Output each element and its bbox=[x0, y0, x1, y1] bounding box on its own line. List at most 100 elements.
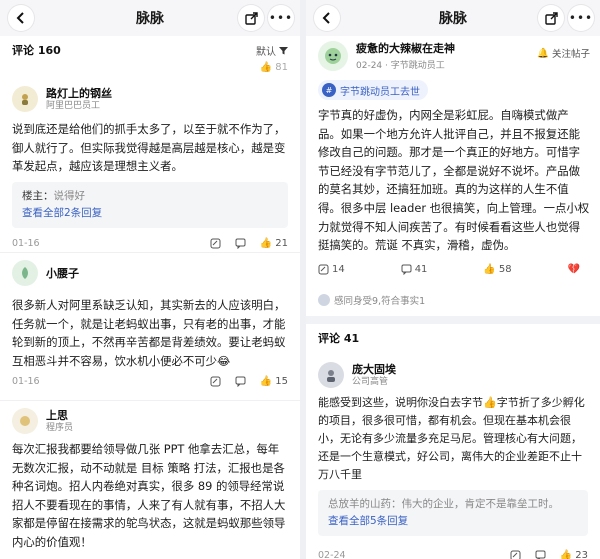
view-all-replies-link[interactable]: 查看全部5条回复 bbox=[328, 513, 578, 530]
thumbs-up-icon: 👍 bbox=[259, 62, 273, 73]
comment-icon bbox=[235, 376, 246, 387]
reactions-text: 感同身受9,符合事实1 bbox=[334, 296, 426, 307]
commenter-name[interactable]: 路灯上的钢丝 bbox=[46, 87, 112, 100]
share-icon bbox=[544, 11, 558, 25]
commenter-role: 公司高管 bbox=[352, 376, 389, 387]
comment-date: 01-16 bbox=[12, 237, 40, 249]
topic-tag[interactable]: # 字节跳动员工去世 bbox=[318, 80, 428, 100]
hashtag-icon: # bbox=[322, 83, 336, 97]
reply-text: 伟大的企业，肯定不是靠垒工时。 bbox=[401, 498, 560, 510]
comment-button[interactable] bbox=[235, 376, 246, 387]
left-screenshot: 脉脉 ••• 评论 160 默认 👍 81 路灯上的钢丝 阿里巴巴员工 说到底还… bbox=[0, 0, 300, 559]
back-button[interactable] bbox=[314, 5, 340, 31]
more-button[interactable]: ••• bbox=[568, 5, 594, 31]
post-body: 字节真的好虚伪，内网全是彩虹屁。自嗨模式做产品。如果一个地方允许人批评自己，并且… bbox=[318, 108, 590, 253]
repost-icon bbox=[210, 376, 221, 387]
repost-icon bbox=[318, 264, 329, 275]
repost-button[interactable] bbox=[510, 550, 521, 559]
nav-bar: 脉脉 ••• bbox=[306, 0, 600, 36]
repost-button[interactable] bbox=[210, 238, 221, 249]
reaction-avatar bbox=[318, 294, 330, 306]
like-button[interactable]: 👍 23 bbox=[560, 550, 588, 559]
comments-header: 评论 160 默认 bbox=[0, 36, 300, 64]
like-count: 23 bbox=[575, 550, 588, 559]
share-icon bbox=[244, 11, 258, 25]
post-header: 疲惫的大辣椒在走神 02-24 · 字节跳动员工 🔔 关注帖子 bbox=[306, 40, 600, 71]
like-count: 15 bbox=[275, 376, 288, 387]
divider bbox=[0, 252, 300, 253]
more-dots-icon: ••• bbox=[268, 11, 294, 25]
comment-button[interactable] bbox=[235, 238, 246, 249]
chevron-left-icon bbox=[322, 12, 330, 24]
sort-label: 默认 bbox=[256, 46, 276, 58]
post-actions: 14 41 👍 58 💔 bbox=[318, 264, 580, 275]
like-button[interactable]: 👍 58 bbox=[483, 264, 511, 275]
reply-author: 总放羊的山药： bbox=[328, 498, 402, 510]
reply-preview: 楼主：说得好 bbox=[22, 188, 278, 205]
section-gap bbox=[306, 316, 600, 324]
follow-label: 关注帖子 bbox=[551, 49, 590, 60]
comment-text: 每次汇报我都要给领导做几张 PPT 他拿去汇总，每年无数次汇报，动不动就是 目标… bbox=[12, 442, 286, 549]
topic-label: 字节跳动员工去世 bbox=[340, 86, 420, 98]
comment-date: 02-24 bbox=[318, 550, 346, 559]
comments-count: 评论 160 bbox=[12, 44, 61, 57]
repost-icon bbox=[210, 238, 221, 248]
thumbs-up-icon: 👍 bbox=[559, 550, 573, 559]
author-name[interactable]: 疲惫的大辣椒在走神 bbox=[356, 40, 455, 56]
reactions-summary: 感同身受9,符合事实1 bbox=[318, 293, 425, 307]
commenter-name[interactable]: 上思 bbox=[46, 409, 73, 422]
reply-preview: 总放羊的山药：伟大的企业，肯定不是靠垒工时。 bbox=[328, 496, 578, 513]
sort-toggle[interactable]: 默认 bbox=[256, 43, 288, 58]
comment-button[interactable] bbox=[535, 550, 546, 559]
commenter-name[interactable]: 小腰子 bbox=[46, 267, 79, 280]
repost-count: 14 bbox=[332, 264, 345, 275]
avatar[interactable] bbox=[12, 408, 38, 434]
repost-button[interactable] bbox=[210, 376, 221, 387]
heartbreak-button[interactable]: 💔 bbox=[568, 264, 580, 275]
comment-date: 01-16 bbox=[12, 376, 40, 387]
follow-post-button[interactable]: 🔔 关注帖子 bbox=[537, 46, 590, 61]
comment-item: 路灯上的钢丝 阿里巴巴员工 说到底还是给他们的抓手太多了，以至于就不作为了，御人… bbox=[0, 86, 300, 249]
reply-author: 楼主： bbox=[22, 189, 54, 202]
comment-icon bbox=[235, 238, 246, 249]
comment-item: 庞大固埃 公司高管 能感受到这些，说明你没白去字节👍字节折了多少孵化的项目，很多… bbox=[306, 362, 600, 559]
share-button[interactable] bbox=[538, 5, 564, 31]
comment-text: 能感受到这些，说明你没白去字节👍字节折了多少孵化的项目，很多很可惜，都有机会。但… bbox=[318, 396, 585, 481]
comments-count: 评论 41 bbox=[318, 332, 360, 345]
right-screenshot: 脉脉 ••• 疲惫的大辣椒在走神 02-24 · 字节跳动员工 🔔 关注帖子 #… bbox=[306, 0, 600, 559]
avatar[interactable] bbox=[318, 362, 344, 388]
nav-bar: 脉脉 ••• bbox=[0, 0, 300, 36]
comments-header: 评论 41 bbox=[306, 324, 600, 352]
avatar[interactable] bbox=[12, 260, 38, 286]
comment-item: 上思 程序员 每次汇报我都要给领导做几张 PPT 他拿去汇总，每年无数次汇报，动… bbox=[0, 408, 300, 551]
like-button[interactable]: 👍 21 bbox=[260, 238, 288, 249]
comment-button[interactable]: 41 bbox=[401, 264, 428, 275]
commenter-role: 程序员 bbox=[46, 422, 74, 433]
view-all-replies-link[interactable]: 查看全部2条回复 bbox=[22, 205, 278, 222]
like-count: 58 bbox=[498, 264, 512, 275]
share-button[interactable] bbox=[238, 5, 264, 31]
back-button[interactable] bbox=[8, 5, 34, 31]
reply-box[interactable]: 楼主：说得好 查看全部2条回复 bbox=[12, 181, 288, 228]
post-meta: 02-24 · 字节跳动员工 bbox=[356, 61, 445, 71]
commenter-name[interactable]: 庞大固埃 bbox=[352, 363, 396, 376]
avatar[interactable] bbox=[12, 86, 38, 112]
reply-box[interactable]: 总放羊的山药：伟大的企业，肯定不是靠垒工时。 查看全部5条回复 bbox=[318, 490, 588, 536]
author-avatar[interactable] bbox=[318, 40, 348, 71]
comment-text: 很多新人对阿里系缺乏认知，其实新去的人应该明白，任务就一个，就是让老蚂蚁出事，只… bbox=[12, 298, 286, 368]
more-dots-icon: ••• bbox=[568, 11, 594, 25]
chevron-left-icon bbox=[16, 12, 24, 24]
like-button[interactable]: 👍 15 bbox=[260, 376, 288, 387]
thumbs-up-icon: 👍 bbox=[483, 264, 496, 275]
comment-text: 说到底还是给他们的抓手太多了，以至于就不作为了，御人就行了。但实际我觉得越是高层… bbox=[12, 122, 286, 173]
comment-count: 41 bbox=[414, 264, 428, 275]
more-button[interactable]: ••• bbox=[268, 5, 294, 31]
thumbs-up-icon: 👍 bbox=[259, 237, 273, 249]
repost-button[interactable]: 14 bbox=[318, 264, 345, 275]
comment-item: 小腰子 很多新人对阿里系缺乏认知，其实新去的人应该明白，任务就一个，就是让老蚂蚁… bbox=[0, 260, 300, 387]
broken-heart-icon: 💔 bbox=[567, 264, 580, 275]
repost-icon bbox=[510, 550, 521, 559]
divider bbox=[0, 400, 300, 401]
filter-icon bbox=[279, 46, 288, 54]
comment-icon bbox=[535, 550, 546, 559]
